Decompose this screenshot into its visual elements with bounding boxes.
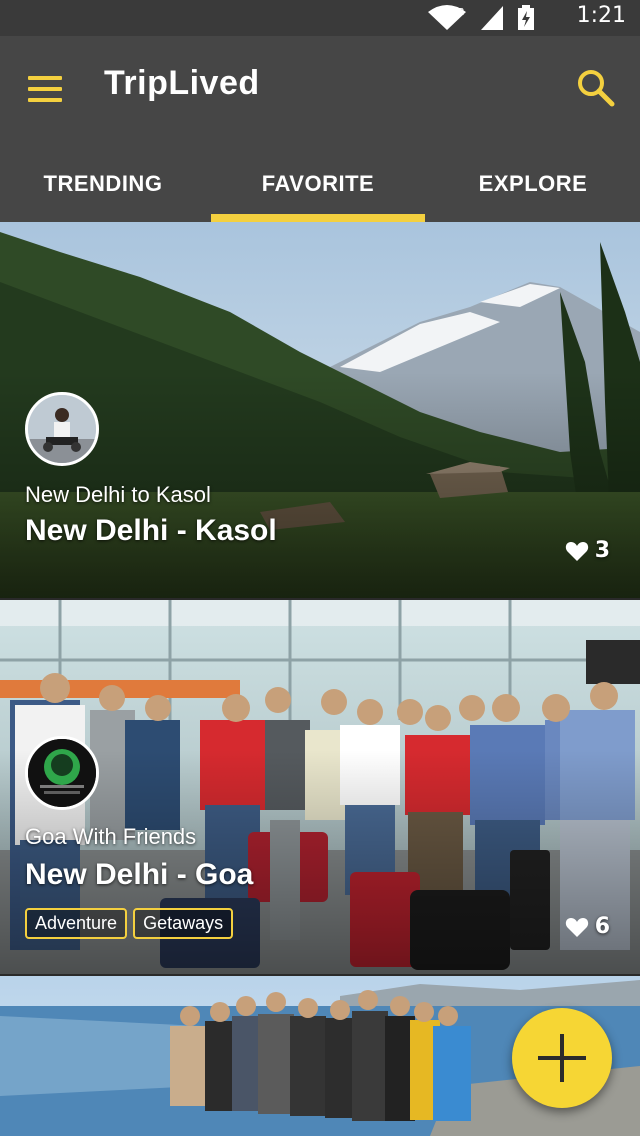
search-button[interactable] bbox=[574, 66, 618, 110]
trip-card[interactable]: Goa With Friends New Delhi - Goa Adventu… bbox=[0, 600, 640, 974]
battery-charging-icon bbox=[518, 5, 534, 30]
signal-icon bbox=[480, 6, 503, 30]
wifi-icon: R bbox=[427, 5, 466, 30]
avatar-photo bbox=[28, 739, 96, 807]
heart-icon bbox=[565, 917, 588, 937]
trip-title: New Delhi - Kasol bbox=[25, 514, 277, 547]
avatar-photo bbox=[28, 395, 96, 463]
status-icons: R bbox=[420, 4, 536, 32]
tab-indicator bbox=[211, 214, 425, 222]
menu-button[interactable] bbox=[22, 66, 70, 114]
trip-subtitle: New Delhi to Kasol bbox=[25, 482, 211, 507]
heart-icon bbox=[565, 541, 588, 561]
search-icon bbox=[578, 70, 615, 107]
app-title: TripLived bbox=[104, 64, 260, 102]
trip-title: New Delhi - Goa bbox=[25, 858, 254, 891]
trip-card[interactable]: New Delhi to Kasol New Delhi - Kasol 3 bbox=[0, 222, 640, 598]
status-bar: R 1:21 bbox=[0, 0, 640, 36]
trip-subtitle: Goa With Friends bbox=[25, 824, 197, 849]
tab-bar: TRENDING FAVORITE EXPLORE bbox=[0, 146, 640, 222]
author-avatar[interactable] bbox=[25, 736, 99, 810]
tab-explore[interactable]: EXPLORE bbox=[426, 146, 640, 222]
add-trip-button[interactable] bbox=[512, 1008, 612, 1108]
like-button[interactable]: 6 bbox=[565, 914, 610, 939]
tab-favorite[interactable]: FAVORITE bbox=[210, 146, 426, 222]
tag-getaways[interactable]: Getaways bbox=[133, 908, 234, 939]
like-button[interactable]: 3 bbox=[565, 538, 610, 563]
network-indicator: R bbox=[457, 7, 464, 18]
status-time: 1:21 bbox=[576, 3, 626, 28]
tag-list: Adventure Getaways bbox=[25, 908, 234, 939]
app-bar: TripLived TRENDING FAVORITE EXPLORE bbox=[0, 36, 640, 222]
like-count: 6 bbox=[594, 914, 610, 939]
like-count: 3 bbox=[594, 538, 610, 563]
tag-adventure[interactable]: Adventure bbox=[25, 908, 128, 939]
tab-trending[interactable]: TRENDING bbox=[0, 146, 206, 222]
author-avatar[interactable] bbox=[25, 392, 99, 466]
